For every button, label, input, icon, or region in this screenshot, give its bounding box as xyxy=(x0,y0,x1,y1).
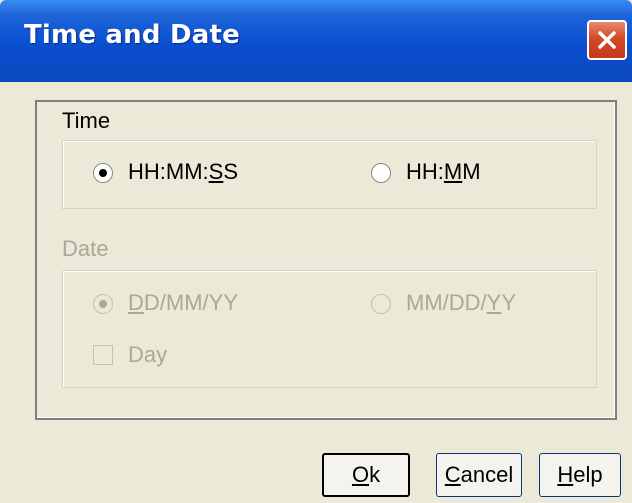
date-mmddyy-radio[interactable] xyxy=(371,294,391,314)
date-mmddyy-label[interactable]: MM/DD/YY xyxy=(406,290,516,316)
date-options-box xyxy=(62,270,597,388)
window-title: Time and Date xyxy=(24,20,240,50)
date-group-label: Date xyxy=(62,236,109,261)
date-ddmmyy-radio[interactable] xyxy=(93,294,113,314)
help-button[interactable]: Help xyxy=(539,453,621,497)
day-checkbox-label[interactable]: Day xyxy=(128,342,167,368)
cancel-button[interactable]: Cancel xyxy=(436,453,522,497)
day-checkbox[interactable] xyxy=(93,345,113,365)
time-hhmmss-label[interactable]: HH:MM:SS xyxy=(128,159,238,185)
time-hhmmss-radio[interactable] xyxy=(93,163,113,183)
close-icon xyxy=(598,31,616,49)
dialog-body: Time HH:MM:SS HH:MM Date DD/MM/YY MM/DD/… xyxy=(0,82,632,503)
ok-button[interactable]: Ok xyxy=(322,453,410,497)
close-button[interactable] xyxy=(587,20,627,60)
time-hhmm-radio[interactable] xyxy=(371,163,391,183)
date-ddmmyy-label[interactable]: DD/MM/YY xyxy=(128,290,238,316)
time-group-label: Time xyxy=(62,108,111,133)
title-bar[interactable]: Time and Date xyxy=(0,0,632,82)
time-hhmm-label[interactable]: HH:MM xyxy=(406,159,481,185)
